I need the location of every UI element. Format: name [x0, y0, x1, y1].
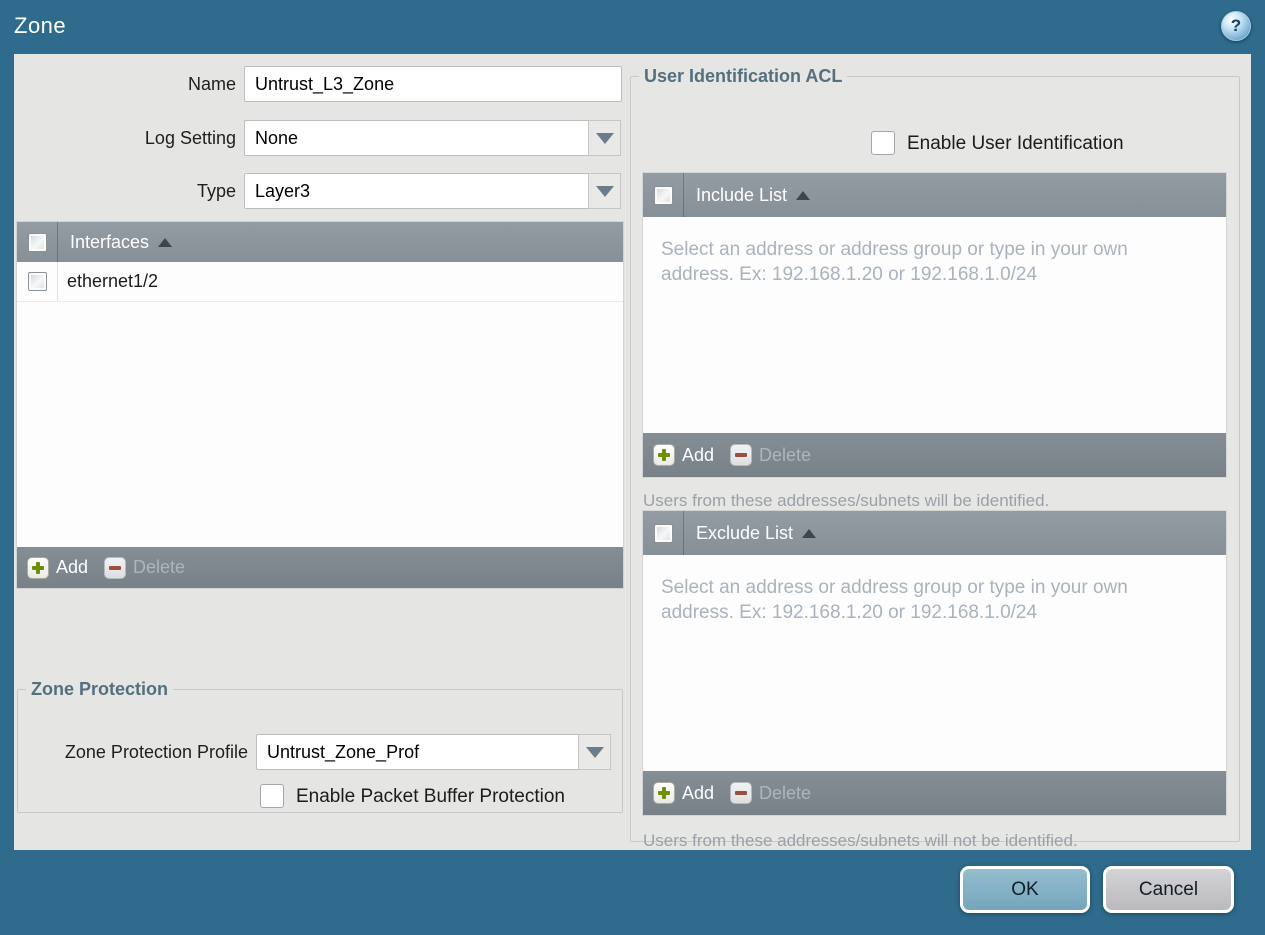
exclude-list-column-header[interactable]: Exclude List: [684, 523, 817, 544]
interfaces-column-header[interactable]: Interfaces: [58, 232, 173, 253]
exclude-list-placeholder: Select an address or address group or ty…: [661, 577, 1128, 624]
row-checkbox[interactable]: [27, 272, 47, 291]
type-label: Type: [196, 181, 236, 201]
chevron-down-icon: [595, 185, 614, 197]
log-setting-dropdown[interactable]: None: [244, 120, 589, 156]
table-row[interactable]: ethernet1/2: [17, 262, 623, 302]
enable-user-identification-label: Enable User Identification: [907, 133, 1124, 154]
exclude-list-table: Exclude List Select an address or addres…: [643, 511, 1226, 815]
include-select-all-cell: [643, 173, 684, 217]
interface-name: ethernet1/2: [67, 271, 159, 291]
packet-buffer-protection-checkbox[interactable]: [260, 784, 284, 808]
enable-user-identification-checkbox[interactable]: [871, 131, 895, 155]
user-identification-acl-legend: User Identification ACL: [644, 66, 843, 86]
delete-interface-button[interactable]: Delete: [104, 556, 185, 579]
zone-protection-fieldset: Zone Protection Zone Protection Profile …: [17, 679, 623, 813]
exclude-delete-button[interactable]: Delete: [730, 782, 811, 804]
log-setting-dropdown-button[interactable]: [588, 120, 621, 156]
exclude-list-body[interactable]: Select an address or address group or ty…: [643, 555, 1226, 771]
zone-protection-profile-label: Zone Protection Profile: [64, 742, 248, 762]
ok-button[interactable]: OK: [960, 866, 1090, 913]
exclude-list-header: Exclude List: [643, 511, 1226, 555]
include-list-column-header[interactable]: Include List: [684, 185, 811, 206]
delete-icon: [730, 444, 753, 466]
exclude-list-caption: Users from these addresses/subnets will …: [643, 831, 1078, 850]
interfaces-select-all-checkbox[interactable]: [27, 232, 47, 252]
include-list-body[interactable]: Select an address or address group or ty…: [643, 217, 1226, 433]
exclude-add-button[interactable]: Add: [653, 782, 714, 804]
include-list-table: Include List Select an address or addres…: [643, 173, 1226, 477]
include-select-all-checkbox[interactable]: [653, 185, 673, 205]
include-list-caption: Users from these addresses/subnets will …: [643, 491, 1050, 510]
dialog-content: Name Log Setting None Type Layer3 Interf…: [14, 54, 1251, 850]
zone-protection-legend: Zone Protection: [31, 679, 169, 699]
cancel-button[interactable]: Cancel: [1103, 866, 1234, 913]
interfaces-table-footer: Add Delete: [17, 547, 623, 588]
add-icon: [27, 556, 49, 579]
dialog-title: Zone: [14, 13, 67, 38]
help-glyph: ?: [1230, 16, 1242, 35]
interfaces-table-header: Interfaces: [17, 222, 623, 262]
sort-ascending-icon: [796, 190, 811, 200]
delete-icon: [104, 556, 127, 579]
zone-dialog: Zone ? Name Log Setting None Type Layer3: [0, 0, 1265, 935]
name-input[interactable]: [244, 66, 622, 102]
exclude-select-all-checkbox[interactable]: [653, 523, 673, 543]
interfaces-select-all-cell: [17, 222, 58, 262]
chevron-down-icon: [585, 746, 604, 758]
exclude-select-all-cell: [643, 511, 684, 555]
name-label: Name: [187, 74, 236, 94]
add-icon: [653, 782, 675, 804]
include-delete-button[interactable]: Delete: [730, 444, 811, 466]
sort-ascending-icon: [802, 528, 817, 538]
sort-ascending-icon: [158, 237, 173, 247]
log-setting-label: Log Setting: [144, 128, 236, 148]
zone-protection-profile-dropdown[interactable]: Untrust_Zone_Prof: [256, 734, 579, 770]
add-interface-button[interactable]: Add: [27, 556, 88, 579]
chevron-down-icon: [595, 132, 614, 144]
type-dropdown-button[interactable]: [588, 173, 621, 209]
interfaces-table-body: ethernet1/2: [17, 262, 623, 547]
include-list-footer: Add Delete: [643, 433, 1226, 477]
help-icon[interactable]: ?: [1221, 11, 1251, 41]
user-identification-acl-fieldset: User Identification ACL Enable User Iden…: [630, 66, 1240, 850]
add-icon: [653, 444, 675, 466]
packet-buffer-protection-label: Enable Packet Buffer Protection: [296, 786, 565, 807]
type-dropdown[interactable]: Layer3: [244, 173, 589, 209]
delete-icon: [730, 782, 753, 804]
include-list-header: Include List: [643, 173, 1226, 217]
interfaces-table: Interfaces ethernet1/2 Add Delete: [17, 222, 623, 588]
row-checkbox-cell: [17, 262, 58, 301]
include-list-placeholder: Select an address or address group or ty…: [661, 239, 1128, 286]
exclude-list-footer: Add Delete: [643, 771, 1226, 815]
include-add-button[interactable]: Add: [653, 444, 714, 466]
zone-protection-profile-dropdown-button[interactable]: [578, 734, 611, 770]
